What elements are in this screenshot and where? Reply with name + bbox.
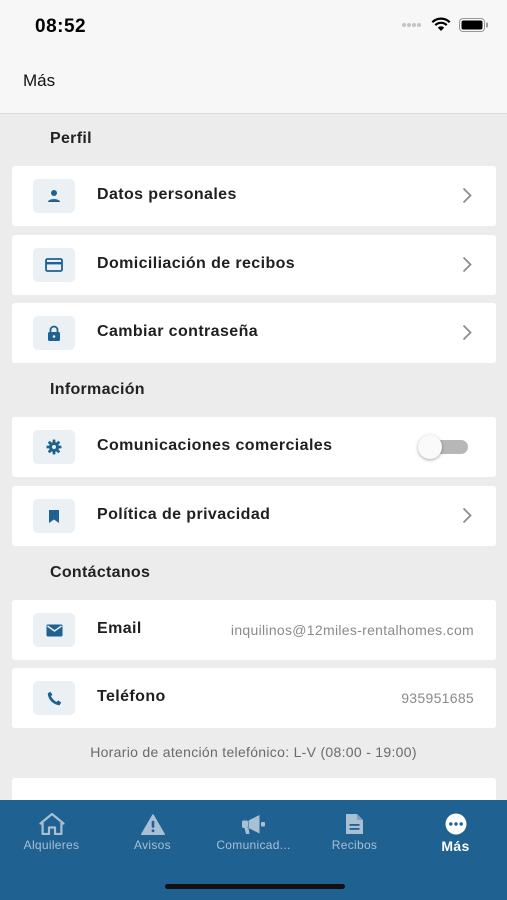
more-icon <box>445 813 466 835</box>
telefono-row[interactable]: Teléfono 935951685 <box>12 668 496 728</box>
politica-privacidad-label: Política de privacidad <box>97 506 271 523</box>
status-bar: 08:52 <box>0 0 507 52</box>
datos-personales-row[interactable]: Datos personales <box>12 166 496 226</box>
telefono-value[interactable]: 935951685 <box>401 690 474 706</box>
email-row[interactable]: Email inquilinos@12miles-rentalhomes.com <box>12 600 496 660</box>
status-time: 08:52 <box>35 16 87 37</box>
comunicaciones-row: Comunicaciones comerciales <box>12 417 496 477</box>
bookmark-icon <box>49 509 59 523</box>
chevron-right-icon <box>462 187 472 204</box>
list-item-partial <box>12 778 496 800</box>
lock-icon <box>48 325 60 341</box>
cambiar-contrasena-row[interactable]: Cambiar contraseña <box>12 303 496 363</box>
tab-comunicados[interactable]: Comunicad... <box>203 800 304 870</box>
email-label: Email <box>97 620 142 637</box>
megaphone-icon <box>241 814 265 834</box>
email-value[interactable]: inquilinos@12miles-rentalhomes.com <box>231 622 474 638</box>
section-title-informacion: Información <box>50 381 145 398</box>
chevron-right-icon <box>462 507 472 524</box>
gear-icon <box>46 439 62 455</box>
credit-card-icon <box>45 258 63 272</box>
domiciliacion-label: Domiciliación de recibos <box>97 255 296 272</box>
person-icon <box>48 190 60 202</box>
politica-privacidad-row[interactable]: Política de privacidad <box>12 486 496 546</box>
cambiar-contrasena-label: Cambiar contraseña <box>97 323 259 340</box>
wifi-icon <box>431 17 451 31</box>
tab-recibos[interactable]: Recibos <box>304 800 405 870</box>
datos-personales-label: Datos personales <box>97 186 237 203</box>
signal-dots-icon <box>402 22 421 27</box>
warning-icon <box>140 813 165 835</box>
phone-icon <box>47 691 61 705</box>
settings-list[interactable]: Perfil Datos personales Domiciliación de… <box>0 114 507 800</box>
home-indicator <box>165 884 345 889</box>
status-icons <box>401 17 489 32</box>
section-title-perfil: Perfil <box>50 130 92 147</box>
tab-label: Comunicad... <box>216 838 291 852</box>
tab-label: Recibos <box>331 838 378 852</box>
battery-icon <box>459 17 488 32</box>
tab-avisos[interactable]: Avisos <box>102 800 203 870</box>
mail-icon <box>46 624 62 636</box>
page-title: Más <box>23 71 56 90</box>
tab-label: Más <box>441 838 470 854</box>
domiciliacion-row[interactable]: Domiciliación de recibos <box>12 235 496 295</box>
comunicaciones-toggle[interactable] <box>418 435 468 459</box>
telefono-label: Teléfono <box>97 688 166 705</box>
nav-header: Más <box>0 52 507 114</box>
hours-note: Horario de atención telefónico: L-V (08:… <box>90 744 417 760</box>
document-icon <box>346 814 363 834</box>
tab-mas[interactable]: Más <box>405 800 506 870</box>
section-title-contacto: Contáctanos <box>50 564 151 581</box>
comunicaciones-label: Comunicaciones comerciales <box>97 437 333 454</box>
home-icon <box>38 813 65 835</box>
chevron-right-icon <box>462 256 472 273</box>
chevron-right-icon <box>462 324 472 341</box>
tab-label: Alquileres <box>23 838 80 852</box>
tab-label: Avisos <box>134 838 171 852</box>
tab-alquileres[interactable]: Alquileres <box>1 800 102 870</box>
